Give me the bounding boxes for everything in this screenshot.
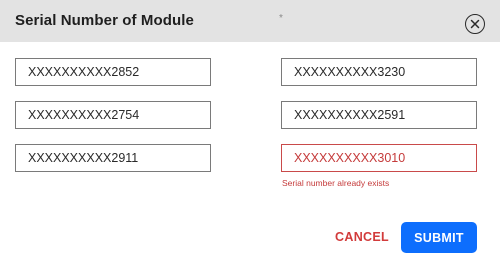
serial-error-message: Serial number already exists (282, 178, 390, 188)
serial-input-2[interactable] (281, 58, 477, 86)
serial-input-1[interactable] (15, 58, 211, 86)
close-button[interactable] (465, 14, 485, 34)
serial-number-modal: Serial Number of Module * Serial number … (0, 0, 500, 265)
serial-input-5[interactable] (15, 144, 211, 172)
cancel-button[interactable]: CANCEL (330, 222, 394, 252)
close-icon (470, 19, 480, 29)
submit-button[interactable]: SUBMIT (401, 222, 477, 253)
serial-input-4[interactable] (281, 101, 477, 129)
serial-input-6[interactable] (281, 144, 477, 172)
header-mark: * (279, 13, 283, 24)
modal-title: Serial Number of Module (15, 12, 194, 29)
modal-header: Serial Number of Module * (0, 0, 500, 42)
serial-input-3[interactable] (15, 101, 211, 129)
